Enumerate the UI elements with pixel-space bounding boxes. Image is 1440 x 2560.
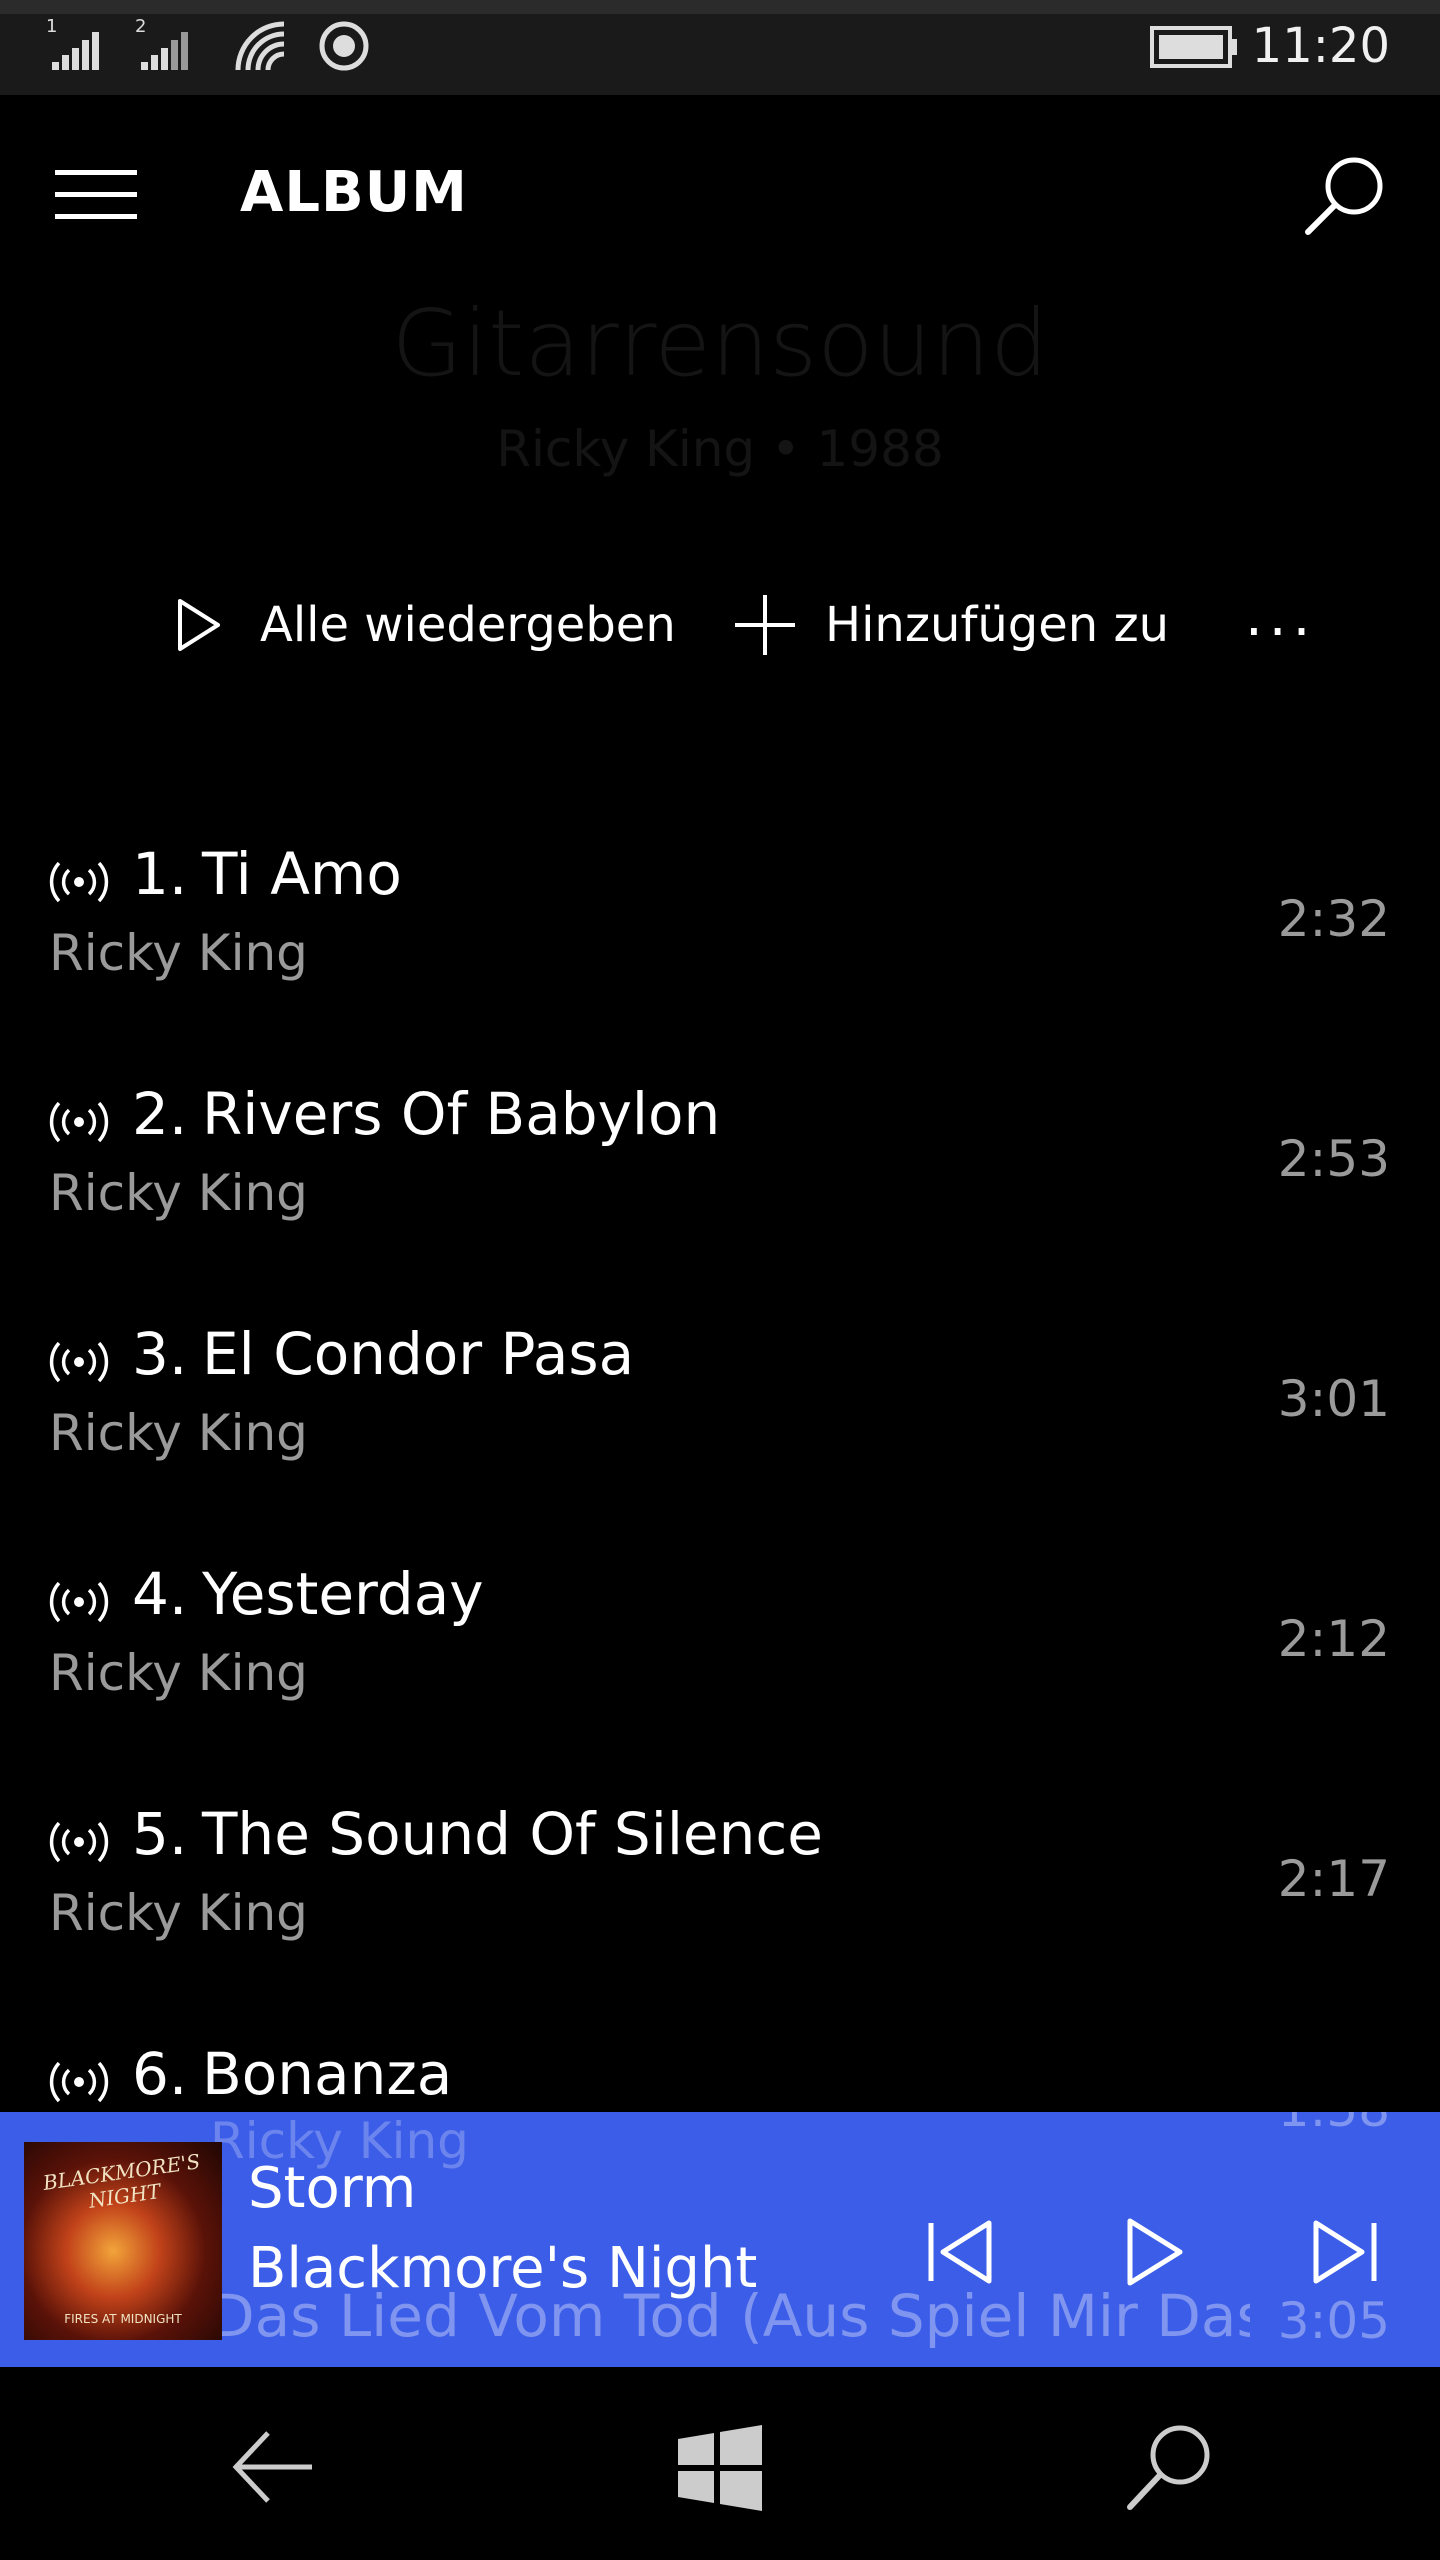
status-bar-edge bbox=[0, 0, 1440, 14]
now-playing-title: Storm bbox=[248, 2156, 417, 2221]
sim2-label: 2 bbox=[135, 16, 146, 37]
track-number: 1. bbox=[132, 840, 188, 908]
track-title: Yesterday bbox=[202, 1560, 484, 1628]
plus-icon bbox=[735, 595, 795, 655]
now-playing-artist: Blackmore's Night bbox=[248, 2236, 758, 2301]
play-icon bbox=[178, 599, 220, 651]
track-duration: 2:17 bbox=[1277, 1850, 1390, 1908]
system-nav-bar bbox=[0, 2367, 1440, 2560]
broadcast-icon bbox=[49, 1101, 109, 1143]
add-to-label: Hinzufügen zu bbox=[825, 597, 1170, 653]
album-title: Gitarrensound bbox=[391, 290, 1049, 397]
play-all-label: Alle wiedergeben bbox=[260, 597, 676, 653]
sim1-label: 1 bbox=[46, 16, 57, 37]
hamburger-icon[interactable] bbox=[55, 170, 137, 220]
play-all-button[interactable]: Alle wiedergeben bbox=[170, 590, 676, 660]
track-title: Rivers Of Babylon bbox=[202, 1080, 721, 1148]
broadcast-icon bbox=[49, 1341, 109, 1383]
track-row[interactable]: 3. El Condor Pasa Ricky King 3:01 bbox=[0, 1320, 1440, 1560]
track-artist: Ricky King bbox=[49, 1404, 308, 1462]
signal-sim1-icon: 1 bbox=[46, 16, 99, 70]
previous-track-icon[interactable] bbox=[915, 2207, 1005, 2297]
broadcast-icon bbox=[49, 1821, 109, 1863]
battery-icon bbox=[1150, 26, 1237, 68]
broadcast-icon bbox=[49, 861, 109, 903]
track-row[interactable]: 4. Yesterday Ricky King 2:12 bbox=[0, 1560, 1440, 1800]
back-arrow-icon[interactable] bbox=[222, 2417, 322, 2517]
broadcast-icon bbox=[49, 1581, 109, 1623]
track-number: 2. bbox=[132, 1080, 188, 1148]
track-row[interactable]: 1. Ti Amo Ricky King 2:32 bbox=[0, 840, 1440, 1080]
track-number: 3. bbox=[132, 1320, 188, 1388]
track-row[interactable]: 5. The Sound Of Silence Ricky King 2:17 bbox=[0, 1800, 1440, 2040]
album-art-caption: FIRES AT MIDNIGHT bbox=[64, 2312, 182, 2326]
windows-logo-icon[interactable] bbox=[670, 2417, 770, 2517]
track-number: 4. bbox=[132, 1560, 188, 1628]
track-title: El Condor Pasa bbox=[202, 1320, 635, 1388]
search-icon[interactable] bbox=[1300, 150, 1390, 240]
album-art[interactable]: BLACKMORE'S NIGHT FIRES AT MIDNIGHT bbox=[24, 2142, 222, 2340]
now-playing-bar[interactable]: Ricky King 1:58 Das Lied Vom Tod (Aus Sp… bbox=[0, 2112, 1440, 2367]
add-to-button[interactable]: Hinzufügen zu bbox=[735, 590, 1169, 660]
track-duration: 2:12 bbox=[1277, 1610, 1390, 1668]
track-artist: Ricky King bbox=[49, 924, 308, 982]
play-pause-icon[interactable] bbox=[1110, 2207, 1200, 2297]
track-artist: Ricky King bbox=[49, 1884, 308, 1942]
track-title: Ti Amo bbox=[202, 840, 402, 908]
track-title: The Sound Of Silence bbox=[202, 1800, 823, 1868]
track-artist: Ricky King bbox=[49, 1644, 308, 1702]
track-row[interactable]: 2. Rivers Of Babylon Ricky King 2:53 bbox=[0, 1080, 1440, 1320]
signal-sim2-icon: 2 bbox=[135, 16, 188, 70]
more-options-button[interactable]: ··· bbox=[1245, 600, 1316, 665]
clock: 11:20 bbox=[1251, 18, 1390, 74]
music-app-screen: 1 2 11:20 ALBUM Gitarrensound Ricky King… bbox=[0, 0, 1440, 2560]
track-duration: 2:32 bbox=[1277, 890, 1390, 948]
album-art-logo: BLACKMORE'S NIGHT bbox=[41, 2149, 202, 2213]
track-artist: Ricky King bbox=[49, 1164, 308, 1222]
behind-bar-duration-6: 1:58 bbox=[1278, 2112, 1390, 2138]
track-number: 6. bbox=[132, 2040, 188, 2108]
page-title: ALBUM bbox=[240, 160, 468, 225]
album-subtitle: Ricky King • 1988 bbox=[496, 420, 944, 478]
track-number: 5. bbox=[132, 1800, 188, 1868]
track-title: Bonanza bbox=[202, 2040, 453, 2108]
status-bar: 1 2 11:20 bbox=[0, 0, 1440, 95]
search-icon[interactable] bbox=[1120, 2417, 1220, 2517]
next-track-icon[interactable] bbox=[1300, 2207, 1390, 2297]
wifi-call-icon bbox=[235, 21, 285, 71]
behind-bar-next-duration: 3:05 bbox=[1277, 2292, 1390, 2350]
location-icon bbox=[319, 21, 369, 71]
broadcast-icon bbox=[49, 2061, 109, 2103]
track-duration: 3:01 bbox=[1277, 1370, 1390, 1428]
track-duration: 2:53 bbox=[1277, 1130, 1390, 1188]
